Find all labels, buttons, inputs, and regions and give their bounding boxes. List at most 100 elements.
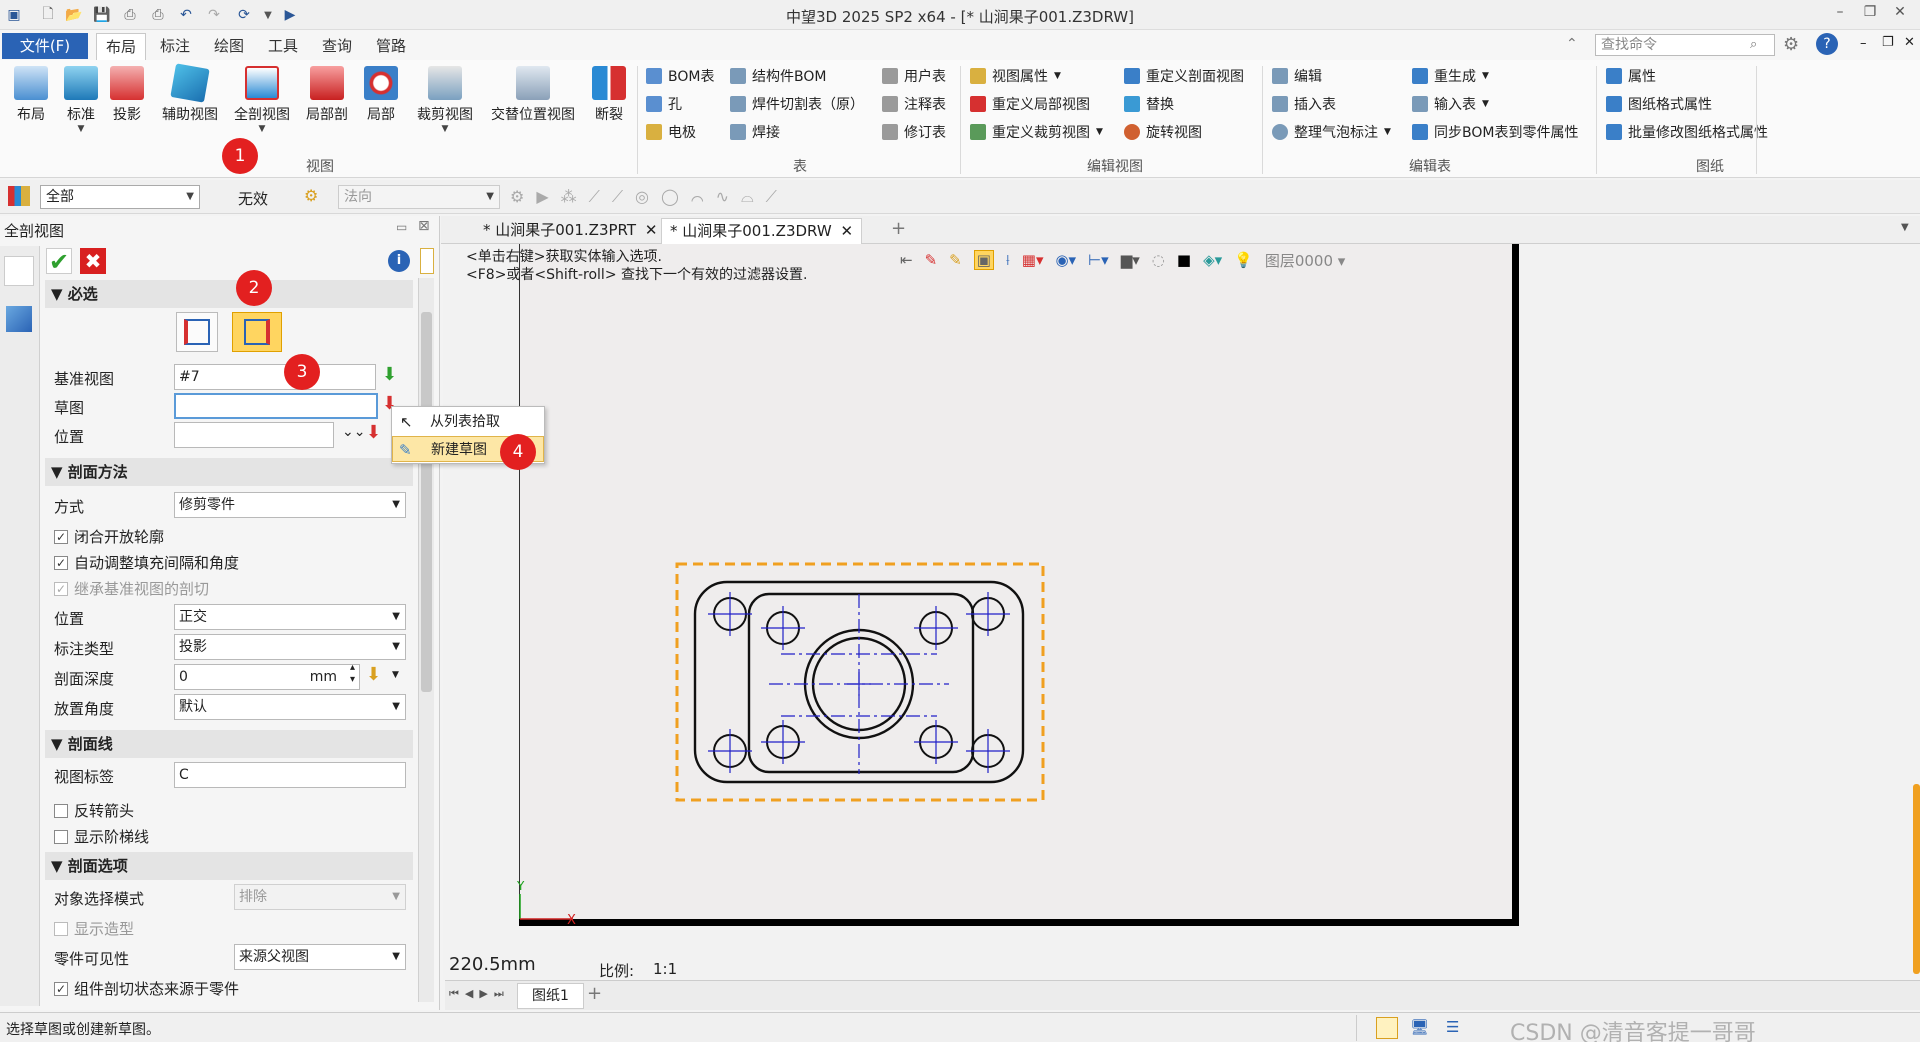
tabs-menu-icon[interactable]: ▼ <box>1901 222 1909 233</box>
crop-view-button[interactable]: 裁剪视图 ▼ <box>408 66 482 134</box>
dimension-icon[interactable]: ⊢▾ <box>1088 251 1109 269</box>
filter-icon[interactable] <box>8 186 30 206</box>
component-section-state-checkbox[interactable]: ✓ 组件剖切状态来源于零件 <box>54 978 239 999</box>
import-table-dropdown-icon[interactable]: ▼ <box>1482 99 1489 109</box>
inherit-base-section-checkbox[interactable]: ✓ 继承基准视图的剖切 <box>54 578 209 599</box>
structure-bom-button[interactable]: 结构件BOM <box>730 64 826 88</box>
position-input[interactable] <box>174 422 334 448</box>
exit-icon[interactable]: ⇤ <box>900 251 913 269</box>
command-search-input[interactable]: 查找命令 <box>1595 34 1775 56</box>
redefine-detail-view-button[interactable]: 重定义局部视图 <box>970 92 1090 116</box>
base-view-input[interactable]: #7 <box>174 364 376 390</box>
dashed-circle-icon[interactable]: ◌ <box>1152 251 1165 269</box>
rotate-view-button[interactable]: 旋转视图 <box>1124 120 1202 144</box>
bom-table-button[interactable]: BOM表 <box>646 64 714 88</box>
layout-button[interactable]: 布局 <box>8 66 54 124</box>
full-section-view-button[interactable]: 全剖视图 ▼ <box>228 66 296 134</box>
insert-table-button[interactable]: 插入表 <box>1272 92 1336 116</box>
doc-close-button[interactable]: ✕ <box>1904 35 1915 50</box>
settings-gear-icon[interactable]: ⚙ <box>1783 34 1799 55</box>
panel-close-icon[interactable]: ⊠ <box>418 218 430 234</box>
regenerate-dropdown-icon[interactable]: ▼ <box>1482 71 1489 81</box>
show-step-line-checkbox[interactable]: 显示阶梯线 <box>54 826 149 847</box>
section-command-icon[interactable] <box>4 256 34 286</box>
reverse-arrow-checkbox[interactable]: 反转箭头 <box>54 800 134 821</box>
collapse-ribbon-icon[interactable]: ⌃ <box>1566 36 1578 52</box>
layer-stack-icon[interactable]: ◈▾ <box>1203 251 1222 269</box>
file-menu-button[interactable]: 文件(F) <box>2 33 88 59</box>
status-mode-icon[interactable] <box>1376 1017 1398 1039</box>
filter-combo[interactable]: 全部 ▼ <box>40 185 200 209</box>
doc-minimize-button[interactable]: – <box>1860 36 1867 51</box>
import-table-button[interactable]: 输入表 ▼ <box>1412 92 1489 116</box>
sheet-nav-icons[interactable]: ⏮◀▶⏭ <box>449 987 510 1001</box>
drawing-canvas[interactable]: Y X 220.5mm 比例: 1:1 <box>443 244 1920 980</box>
info-icon[interactable]: i <box>388 250 410 272</box>
doc-restore-button[interactable]: ❐ <box>1882 35 1894 50</box>
snap-icon[interactable]: ⟊ <box>1006 251 1010 269</box>
tab-piping[interactable]: 管路 <box>368 33 414 60</box>
mode-select[interactable]: 修剪零件 ▼ <box>174 492 406 518</box>
panel-minimize-icon[interactable]: ▭ <box>396 220 407 234</box>
brush-icon[interactable]: ✎ <box>949 251 962 269</box>
view-label-input[interactable]: C <box>174 762 406 788</box>
tab-layout[interactable]: 布局 <box>96 33 146 60</box>
redefine-crop-view-button[interactable]: 重定义裁剪视图 ▼ <box>970 120 1103 144</box>
sheet-tab-1[interactable]: 图纸1 <box>517 983 584 1009</box>
close-open-contour-checkbox[interactable]: ✓ 闭合开放轮廓 <box>54 526 164 547</box>
part-visibility-select[interactable]: 来源父视图 ▼ <box>234 944 406 970</box>
dim-type-select[interactable]: 投影 ▼ <box>174 634 406 660</box>
method-section-header[interactable]: ▼ 剖面方法 <box>45 458 413 486</box>
new-tab-icon[interactable]: + <box>891 218 906 239</box>
monitor-icon[interactable]: 🖥 <box>1410 1018 1429 1036</box>
required-section-header[interactable]: ▼ 必选 <box>45 280 413 308</box>
section-options-header[interactable]: ▼ 剖面选项 <box>45 852 413 880</box>
arrange-balloons-dropdown-icon[interactable]: ▼ <box>1384 127 1391 137</box>
pick-filter-icon[interactable]: ⚙ <box>304 186 318 205</box>
select-tool-icon[interactable]: ▣ <box>973 250 994 270</box>
pen-icon[interactable]: ✎ <box>925 251 938 269</box>
angle-select[interactable]: 默认 ▼ <box>174 694 406 720</box>
color-swatch-icon[interactable]: ■ <box>1177 251 1191 269</box>
redefine-section-view-button[interactable]: 重定义剖面视图 <box>1124 64 1244 88</box>
tab-drawing-document[interactable]: * 山涧果子001.Z3DRW ✕ <box>661 218 863 244</box>
edit-table-button[interactable]: 编辑 <box>1272 64 1322 88</box>
position2-select[interactable]: 正交 ▼ <box>174 604 406 630</box>
section-type-single-button[interactable] <box>176 312 218 352</box>
hole-table-button[interactable]: 孔 <box>646 92 682 116</box>
canvas-scroll-indicator[interactable] <box>1913 784 1920 974</box>
drawing-view-svg[interactable]: Y X <box>443 244 1920 980</box>
tab-close-icon[interactable]: ✕ <box>840 222 853 240</box>
cancel-button[interactable]: ✖ <box>80 248 106 274</box>
panel-scrollbar-thumb[interactable] <box>421 312 432 692</box>
sheet-properties-button[interactable]: 属性 <box>1606 64 1656 88</box>
electrode-table-button[interactable]: 电极 <box>646 120 696 144</box>
sheet-format-properties-button[interactable]: 图纸格式属性 <box>1606 92 1712 116</box>
pick-from-list-menu-item[interactable]: ↖ 从列表拾取 <box>392 409 544 435</box>
depth-spinner-icon[interactable]: ▴ ▾ <box>350 662 355 686</box>
depth-input[interactable]: 0 mm ▴ ▾ <box>174 662 360 690</box>
invalid-label[interactable]: 无效 <box>238 188 268 209</box>
weldment-cut-list-button[interactable]: 焊件切割表（原） <box>730 92 864 116</box>
tab-draw[interactable]: 绘图 <box>206 33 252 60</box>
batch-format-properties-button[interactable]: 批量修改图纸格式属性 <box>1606 120 1768 144</box>
view-style-icon[interactable]: ◉▾ <box>1055 251 1076 269</box>
standard-dropdown-icon[interactable]: ▼ <box>58 124 104 134</box>
display-icon[interactable]: ▆▾ <box>1121 251 1140 269</box>
sync-bom-button[interactable]: 同步BOM表到零件属性 <box>1412 120 1578 144</box>
alternate-position-view-button[interactable]: 交替位置视图 <box>486 66 580 124</box>
base-view-pick-icon[interactable]: ⬇ <box>382 364 397 385</box>
partial-section-button[interactable]: 局部剖 <box>302 66 352 124</box>
tab-close-icon[interactable]: ✕ <box>645 221 658 239</box>
panel-scrollbar[interactable] <box>418 278 434 1002</box>
crop-view-dropdown-icon[interactable]: ▼ <box>408 124 482 134</box>
regenerate-button[interactable]: 重生成 ▼ <box>1412 64 1489 88</box>
layer-combo[interactable]: 图层0000 ▾ <box>1265 250 1346 271</box>
auto-adjust-hatch-checkbox[interactable]: ✓ 自动调整填充间隔和角度 <box>54 552 239 573</box>
view-properties-dropdown-icon[interactable]: ▼ <box>1054 71 1061 81</box>
position-pick-icon[interactable]: ⬇ <box>366 422 381 443</box>
add-sheet-icon[interactable]: + <box>587 983 602 1004</box>
replace-view-button[interactable]: 替换 <box>1124 92 1174 116</box>
depth-pick-icon[interactable]: ⬇ <box>366 664 381 685</box>
redefine-crop-dropdown-icon[interactable]: ▼ <box>1096 127 1103 137</box>
